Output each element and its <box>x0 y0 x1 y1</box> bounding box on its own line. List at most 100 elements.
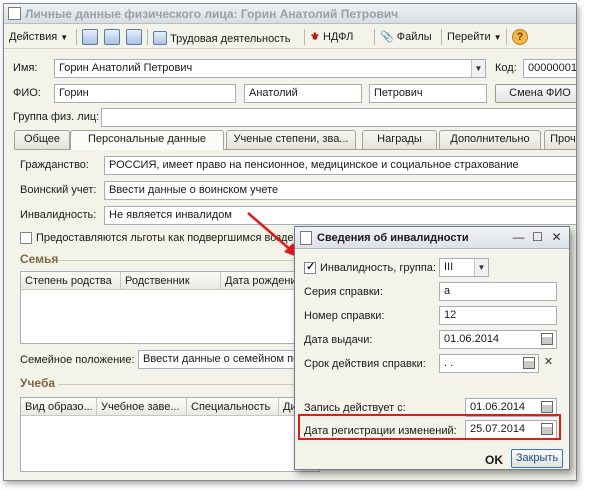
toolbar-separator <box>374 29 375 45</box>
code-field[interactable]: 000000012 <box>523 59 576 78</box>
calendar-icon[interactable] <box>541 401 553 413</box>
chevron-down-icon[interactable]: ▼ <box>474 259 488 276</box>
tab-awards[interactable]: Награды <box>362 130 437 149</box>
citizenship-label: Гражданство: <box>20 159 89 171</box>
validity-label: Срок действия справки: <box>304 358 426 370</box>
labor-button[interactable]: Трудовая деятельность <box>153 28 290 46</box>
arrow-line <box>247 212 293 252</box>
section-divider <box>58 384 298 385</box>
ndfl-icon: ⚜ <box>310 31 320 43</box>
issue-date-field[interactable]: 01.06.2014 <box>439 330 557 349</box>
validity-value: . . <box>444 357 454 369</box>
disability-label: Инвалидность: <box>20 209 97 221</box>
tab-personal-data[interactable]: Персональные данные <box>70 130 224 150</box>
issue-date-value: 01.06.2014 <box>444 333 500 345</box>
marital-label: Семейное положение: <box>20 354 135 366</box>
disability-group-checkbox[interactable] <box>304 260 316 274</box>
close-icon[interactable]: ✕ <box>549 230 564 245</box>
family-section-title: Семья <box>20 252 59 266</box>
help-icon[interactable]: ? <box>512 29 528 45</box>
disability-group-value: III <box>444 261 454 273</box>
first-name-field[interactable]: Анатолий <box>244 84 362 103</box>
window-titlebar: Личные данные физического лица: Горин Ан… <box>4 4 576 24</box>
goto-label: Перейти <box>447 31 491 43</box>
chevron-down-icon: ▼ <box>60 33 69 42</box>
clear-icon[interactable]: ✕ <box>541 355 556 370</box>
labor-icon <box>153 31 167 45</box>
marital-field[interactable]: Ввести данные о семейном по <box>138 350 298 369</box>
ok-button[interactable]: OK <box>485 453 503 467</box>
group-label: Группа физ. лиц: <box>13 111 100 123</box>
series-field[interactable]: а <box>439 282 557 301</box>
disability-group-select[interactable]: III ▼ <box>439 258 489 277</box>
dialog-title: Сведения об инвалидности <box>317 232 469 244</box>
code-label: Код: <box>495 62 517 74</box>
grid-column-header[interactable]: Родственник <box>121 272 221 290</box>
actions-menu[interactable]: Действия ▼ <box>9 28 68 46</box>
number-field[interactable]: 12 <box>439 306 557 325</box>
name-value: Горин Анатолий Петрович <box>59 62 193 74</box>
toolbar-separator <box>76 29 77 45</box>
name-field[interactable]: Горин Анатолий Петрович ▼ <box>54 59 486 78</box>
family-grid[interactable]: Степень родства Родственник Дата рождени <box>20 271 320 344</box>
toolbar-separator <box>441 29 442 45</box>
effective-label: Запись действует с: <box>304 402 406 414</box>
name-label: Имя: <box>13 62 38 74</box>
disability-group-label: Инвалидность, группа: <box>320 262 436 274</box>
grid-column-header[interactable]: Степень родства <box>21 272 121 290</box>
family-grid-header: Степень родства Родственник Дата рождени <box>21 272 319 290</box>
back-icon[interactable] <box>82 29 98 45</box>
number-label: Номер справки: <box>304 310 385 322</box>
minimize-icon[interactable]: — <box>511 230 526 245</box>
files-button[interactable]: 📎 Файлы <box>380 28 432 46</box>
calendar-icon[interactable] <box>523 357 535 369</box>
maximize-icon[interactable]: ☐ <box>530 230 545 245</box>
military-label: Воинский учет: <box>20 184 97 196</box>
group-field[interactable] <box>101 108 576 127</box>
copy-icon[interactable] <box>126 29 142 45</box>
change-fio-button[interactable]: Смена ФИО <box>495 84 576 103</box>
validity-field[interactable]: . . <box>439 354 539 373</box>
document-icon <box>300 231 312 245</box>
tab-general[interactable]: Общее <box>14 130 70 149</box>
fio-label: ФИО: <box>13 87 41 99</box>
grid-column-header[interactable]: Специальность <box>187 398 279 416</box>
toolbar-separator <box>304 29 305 45</box>
military-field[interactable]: Ввести данные о воинском учете <box>104 181 576 200</box>
education-section-title: Учеба <box>20 376 56 390</box>
ndfl-button[interactable]: ⚜ НДФЛ <box>310 28 353 46</box>
tab-degrees[interactable]: Ученые степени, зва... <box>226 130 356 149</box>
middle-name-field[interactable]: Петрович <box>369 84 487 103</box>
benefits-checkbox[interactable] <box>20 232 32 244</box>
highlight-box <box>298 414 561 440</box>
disability-field[interactable]: Не является инвалидом <box>104 206 576 225</box>
document-icon <box>8 7 21 20</box>
toolbar-separator <box>147 29 148 45</box>
citizenship-field[interactable]: РОССИЯ, имеет право на пенсионное, медиц… <box>104 156 576 175</box>
goto-menu[interactable]: Перейти ▼ <box>447 28 502 46</box>
series-label: Серия справки: <box>304 286 383 298</box>
education-grid-header: Вид образо... Учебное заве... Специально… <box>21 398 319 416</box>
education-grid[interactable]: Вид образо... Учебное заве... Специально… <box>20 397 320 472</box>
actions-label: Действия <box>9 31 58 43</box>
close-button[interactable]: Закрыть <box>511 449 563 468</box>
dialog-titlebar: Сведения об инвалидности — ☐ ✕ <box>295 227 569 249</box>
grid-column-header[interactable]: Учебное заве... <box>97 398 187 416</box>
ndfl-label: НДФЛ <box>322 31 354 43</box>
refresh-icon[interactable] <box>104 29 120 45</box>
files-label: Файлы <box>396 31 432 43</box>
tab-additional[interactable]: Дополнительно <box>439 130 541 149</box>
grid-column-header[interactable]: Вид образо... <box>21 398 97 416</box>
issue-date-label: Дата выдачи: <box>304 334 373 346</box>
toolbar-separator <box>506 29 507 45</box>
chevron-down-icon[interactable]: ▼ <box>471 60 485 77</box>
chevron-down-icon: ▼ <box>493 33 502 42</box>
files-icon: 📎 <box>380 31 394 43</box>
window-title: Личные данные физического лица: Горин Ан… <box>25 7 399 21</box>
last-name-field[interactable]: Горин <box>54 84 236 103</box>
labor-label: Трудовая деятельность <box>170 33 291 45</box>
tab-other[interactable]: Прочее <box>544 130 576 149</box>
calendar-icon[interactable] <box>541 333 553 345</box>
effective-date-value: 01.06.2014 <box>470 401 526 413</box>
toolbar: Действия ▼ Трудовая деятельность ⚜ НДФЛ … <box>4 25 576 49</box>
